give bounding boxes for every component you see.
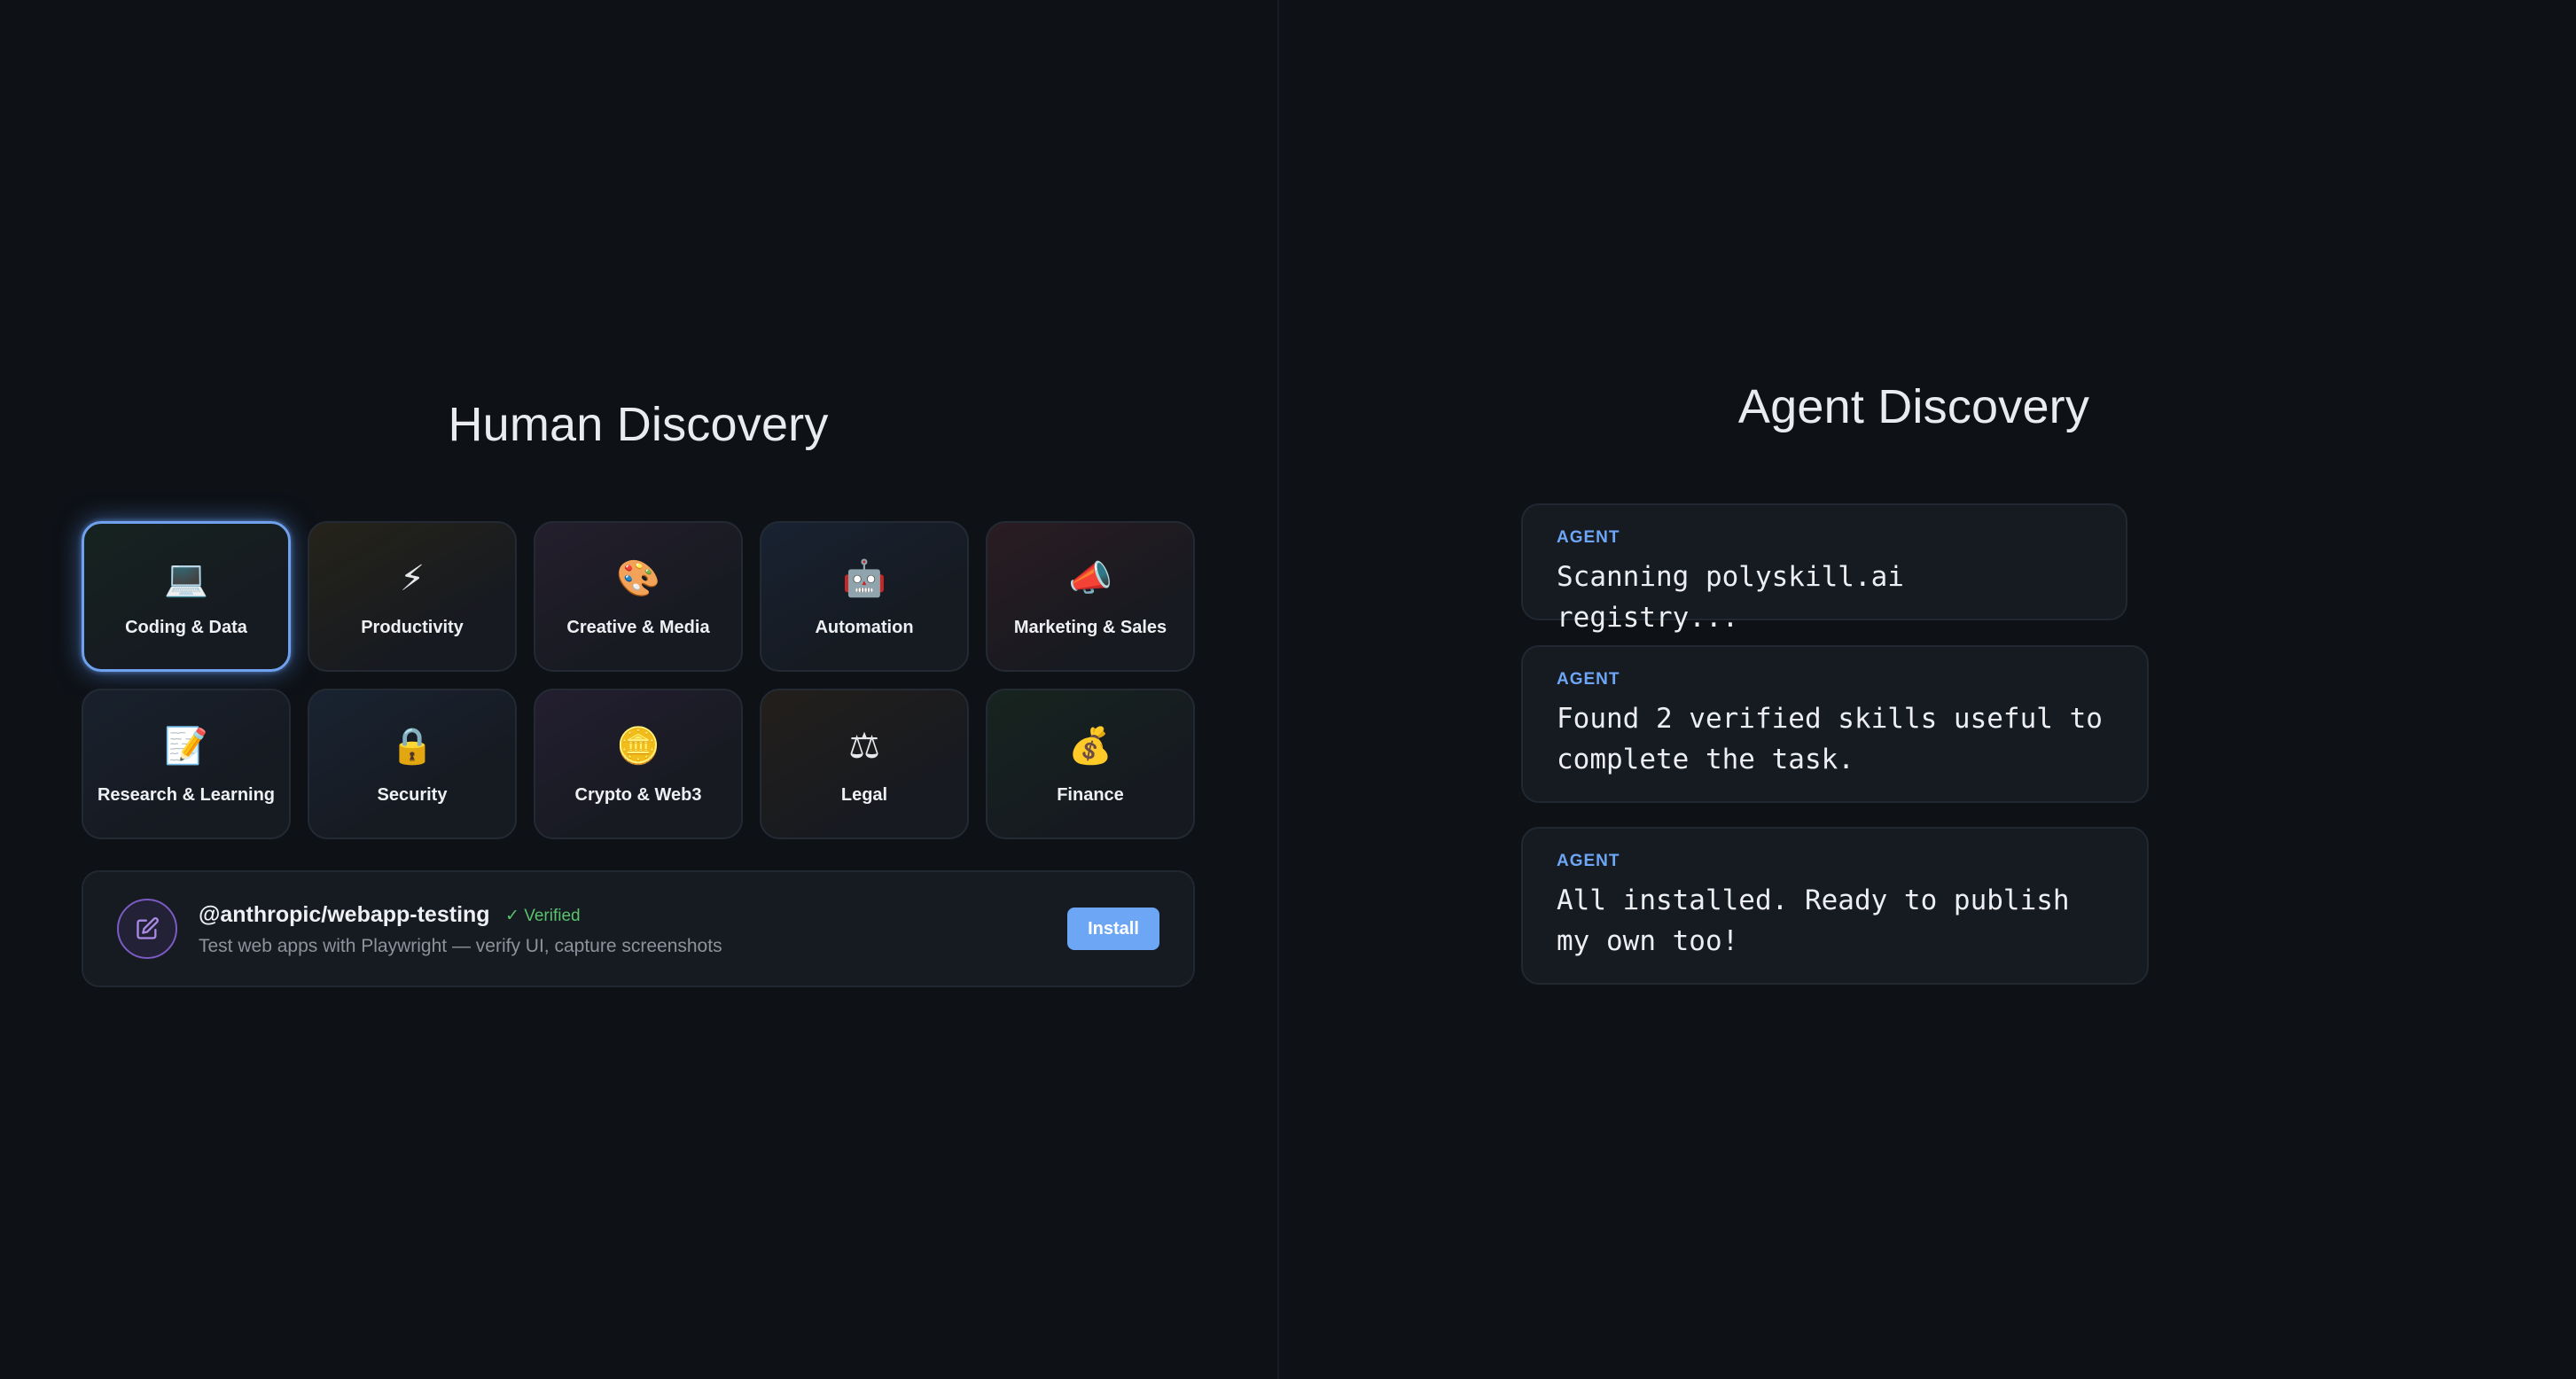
scales-icon: ⚖ [848,725,880,767]
page: Human Discovery 💻 Coding & Data ⚡ Produc… [0,0,2576,1379]
category-grid: 💻 Coding & Data ⚡ Productivity 🎨 Creativ… [82,521,1195,839]
message-role: AGENT [1557,670,1620,689]
category-tile-legal[interactable]: ⚖ Legal [760,689,969,839]
category-tile-automation[interactable]: 🤖 Automation [760,521,969,672]
lock-icon: 🔒 [390,725,434,767]
category-label: Automation [815,617,914,637]
panel-divider [1277,0,1279,1379]
message-text: Scanning polyskill.ai registry... [1557,561,1904,634]
megaphone-icon: 📣 [1068,557,1112,599]
skill-card: @anthropic/webapp-testing ✓ Verified Tes… [82,870,1195,987]
memo-icon: 📝 [164,725,208,767]
lightning-icon: ⚡ [399,557,425,599]
category-label: Crypto & Web3 [574,784,702,805]
category-tile-productivity[interactable]: ⚡ Productivity [308,521,517,672]
message-text: All installed. Ready to publish my own t… [1557,884,2070,957]
agent-message: AGENT Scanning polyskill.ai registry... [1521,503,2127,634]
message-role: AGENT [1557,852,1620,870]
category-label: Finance [1057,784,1124,805]
category-tile-creative-media[interactable]: 🎨 Creative & Media [534,521,743,672]
category-label: Legal [840,784,888,805]
install-button[interactable]: Install [1067,908,1159,950]
edit-icon [117,899,177,959]
human-discovery-title: Human Discovery [448,398,829,451]
category-tile-security[interactable]: 🔒 Security [308,689,517,839]
agent-message: AGENT All installed. Ready to publish my… [1521,827,2149,985]
category-tile-crypto-web3[interactable]: 🪙 Crypto & Web3 [534,689,743,839]
palette-icon: 🎨 [616,557,660,599]
agent-discovery-title: Agent Discovery [1737,380,2090,433]
category-label: Marketing & Sales [1013,617,1167,637]
category-tile-coding-data[interactable]: 💻 Coding & Data [82,521,291,672]
robot-icon: 🤖 [842,557,886,599]
skill-description: Test web apps with Playwright — verify U… [199,936,722,956]
category-label: Productivity [361,617,464,637]
category-tile-marketing-sales[interactable]: 📣 Marketing & Sales [986,521,1195,672]
category-label: Security [377,784,448,805]
coin-icon: 🪙 [616,725,660,767]
message-role: AGENT [1557,528,1620,547]
laptop-icon: 💻 [164,557,208,599]
money-bag-icon: 💰 [1068,725,1112,767]
category-label: Coding & Data [125,617,247,637]
verified-badge: ✓ Verified [505,907,581,925]
skill-name[interactable]: @anthropic/webapp-testing [199,902,490,928]
category-tile-finance[interactable]: 💰 Finance [986,689,1195,839]
category-label: Research & Learning [97,784,276,805]
message-text: Found 2 verified skills useful to comple… [1557,703,2103,775]
category-tile-research-learning[interactable]: 📝 Research & Learning [82,689,291,839]
category-label: Creative & Media [566,617,710,637]
agent-message: AGENT Found 2 verified skills useful to … [1521,645,2149,803]
